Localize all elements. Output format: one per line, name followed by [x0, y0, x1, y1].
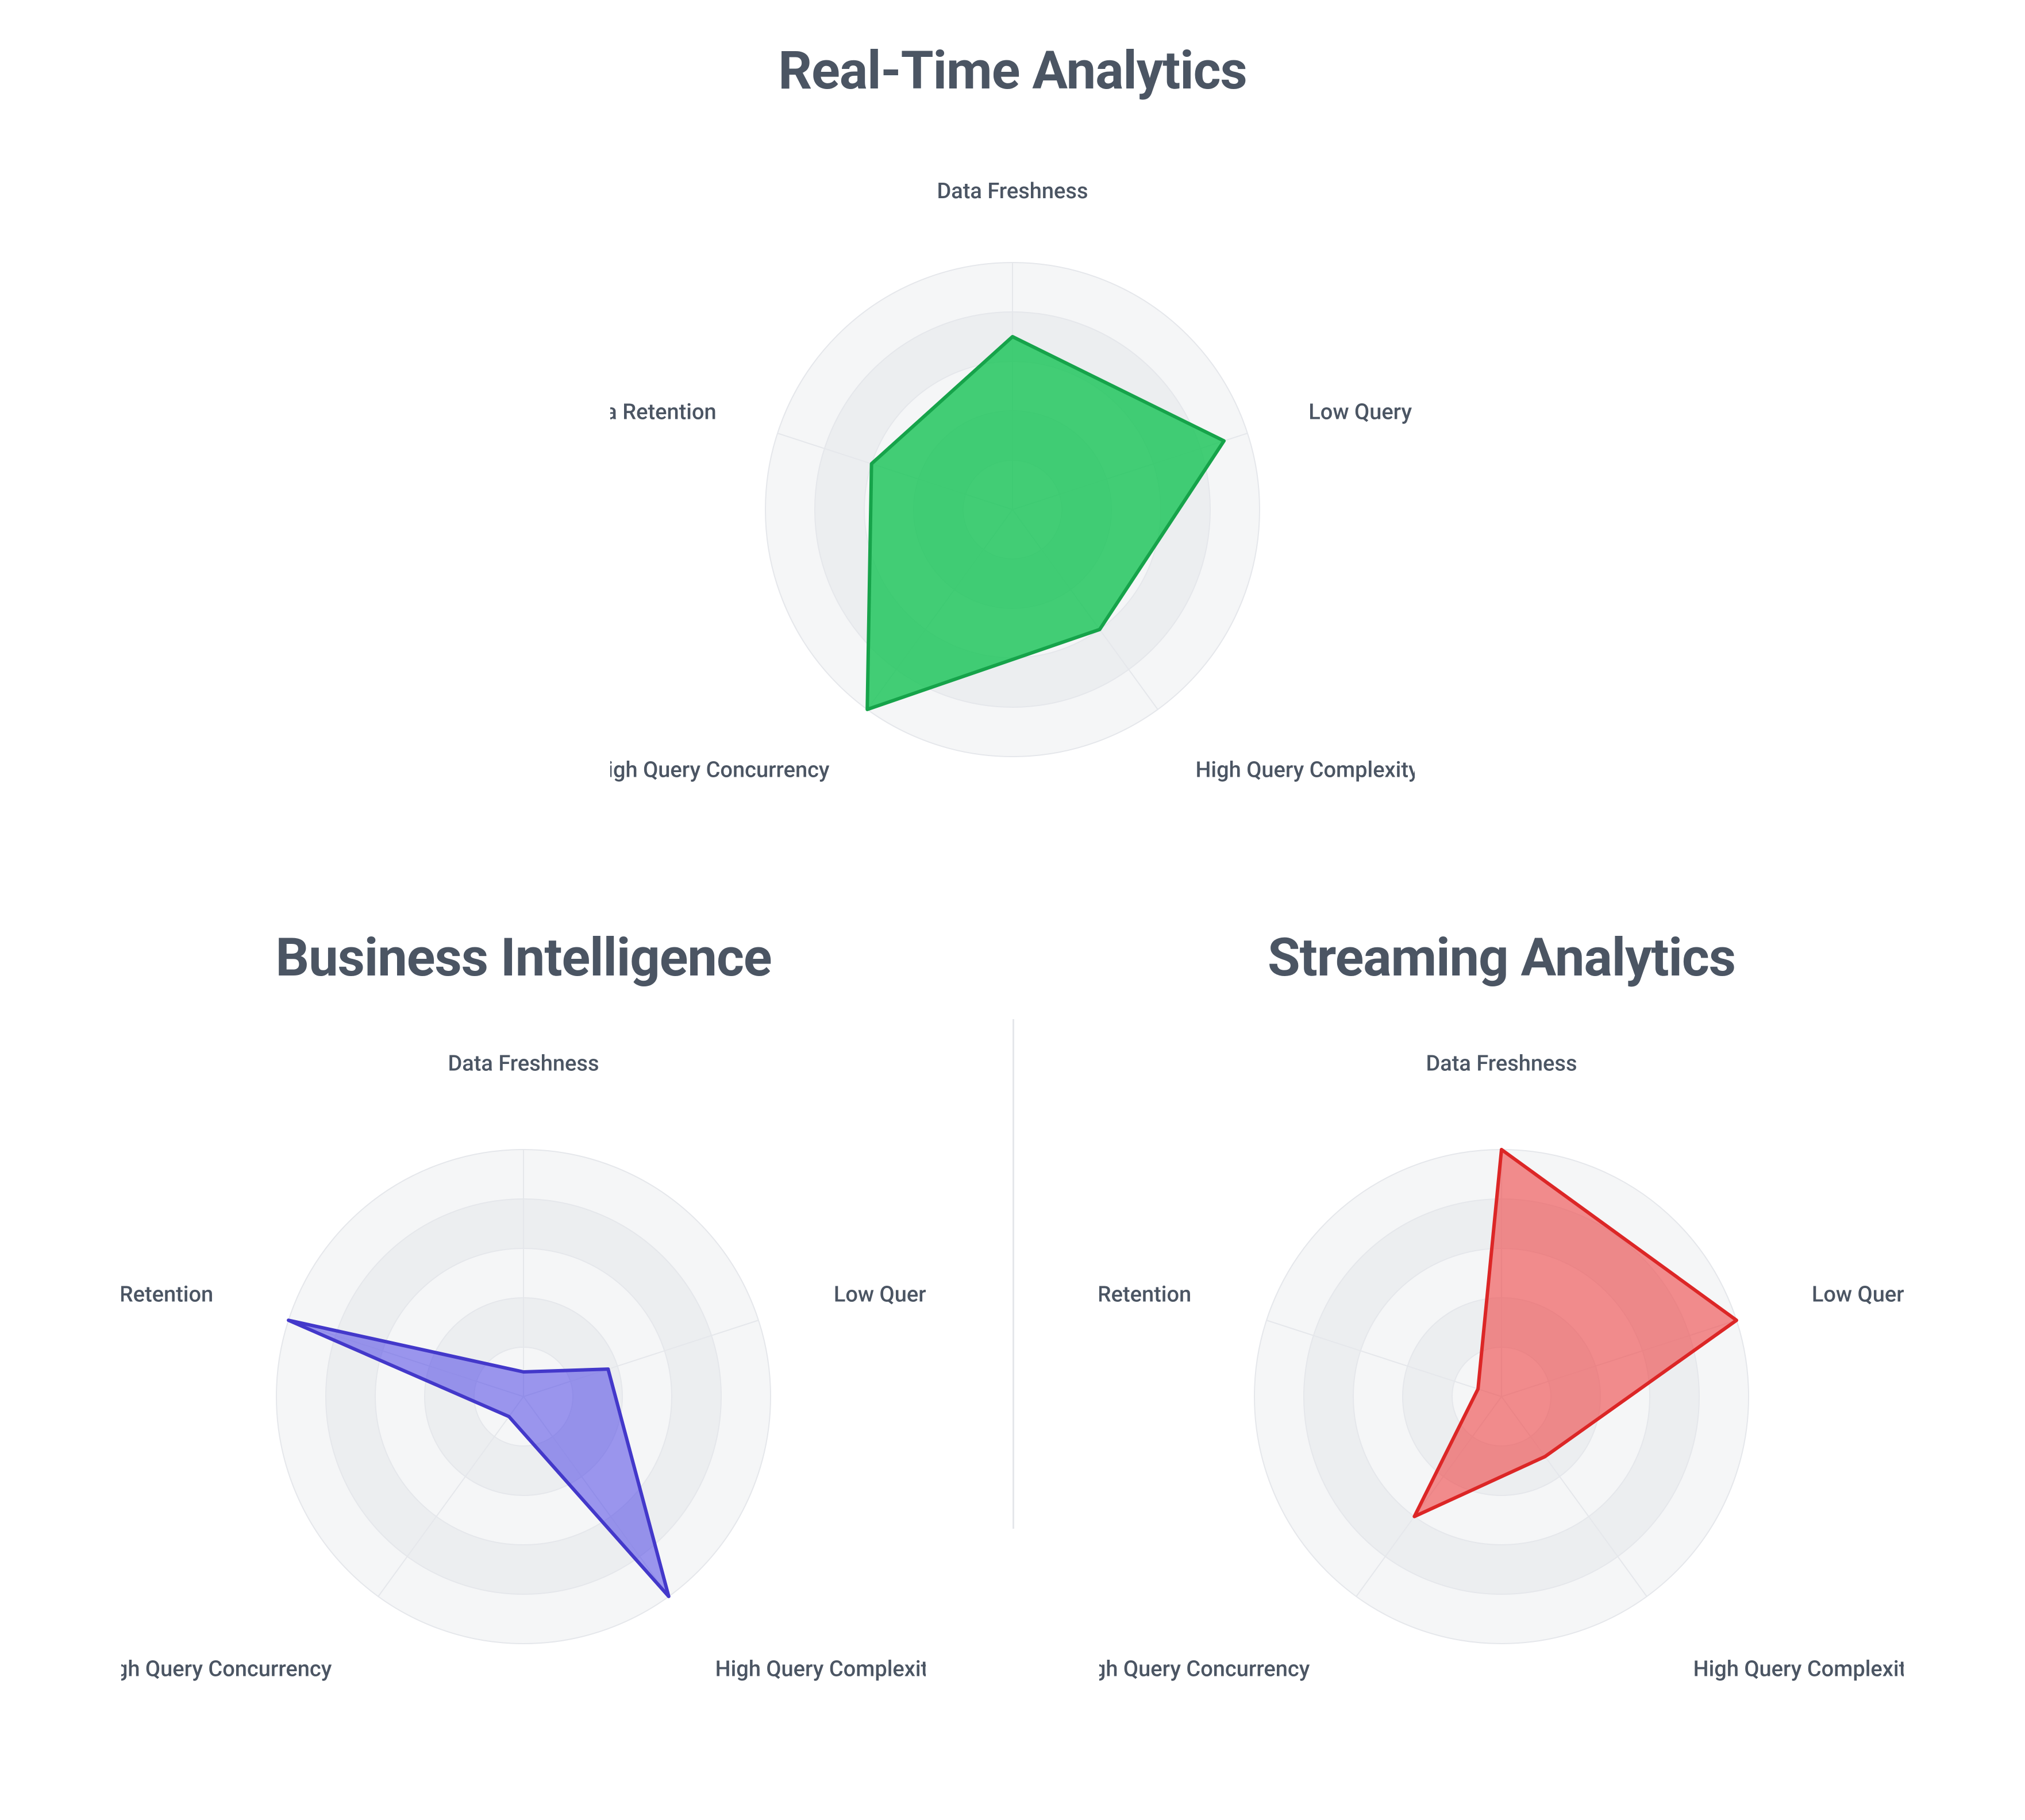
- radar-axis-label: Data Freshness: [448, 1051, 599, 1076]
- radar-axis-label: Long Data Retention: [610, 400, 717, 425]
- chart-bi: Data Freshness Low Query Latency High Quer…: [121, 1035, 926, 1724]
- top-row: Real-Time Analytics Data Freshness Low Qu…: [34, 23, 1991, 910]
- radar-axis-label: Low Query Latency: [1308, 400, 1415, 425]
- radar-axis-label: High Query Complexity: [1693, 1656, 1904, 1682]
- chart-title-streaming: Streaming Analytics: [1268, 927, 1735, 989]
- panel-bi: Business Intelligence Data Freshness Low …: [34, 910, 1013, 1797]
- radar-axis-label: High Query Concurrency: [121, 1656, 332, 1682]
- radar-axis-label: Low Query Latency: [834, 1282, 926, 1308]
- chart-streaming: Data Freshness Low Query Latency High Quer…: [1099, 1035, 1904, 1724]
- radar-axis-label: High Query Concurrency: [610, 758, 830, 783]
- radar-axis-label: Long Data Retention: [121, 1282, 213, 1308]
- radar-axis-label: Long Data Retention: [1099, 1282, 1191, 1308]
- radar-svg: Data Freshness Low Query Latency High Quer…: [1099, 1035, 1904, 1724]
- radar-axis-label: Low Query Latency: [1812, 1282, 1904, 1308]
- radar-axis-label: High Query Complexity: [715, 1656, 926, 1682]
- panel-realtime: Real-Time Analytics Data Freshness Low Qu…: [34, 23, 1991, 910]
- radar-axis-label: High Query Concurrency: [1099, 1656, 1310, 1682]
- radar-axis-label: High Query Complexity: [1195, 758, 1415, 783]
- bottom-row: Business Intelligence Data Freshness Low …: [34, 910, 1991, 1797]
- radar-axis-label: Data Freshness: [937, 179, 1088, 204]
- radar-axis-label: Data Freshness: [1426, 1051, 1577, 1076]
- radar-svg: Data Freshness Low Query Latency High Quer…: [610, 148, 1415, 837]
- chart-title-bi: Business Intelligence: [275, 927, 771, 989]
- radar-svg: Data Freshness Low Query Latency High Quer…: [121, 1035, 926, 1724]
- panel-streaming: Streaming Analytics Data Freshness Low Qu…: [1013, 910, 1991, 1797]
- chart-realtime: Data Freshness Low Query Latency High Quer…: [610, 148, 1415, 837]
- page: Real-Time Analytics Data Freshness Low Qu…: [0, 0, 2025, 1820]
- chart-title-realtime: Real-Time Analytics: [778, 40, 1247, 102]
